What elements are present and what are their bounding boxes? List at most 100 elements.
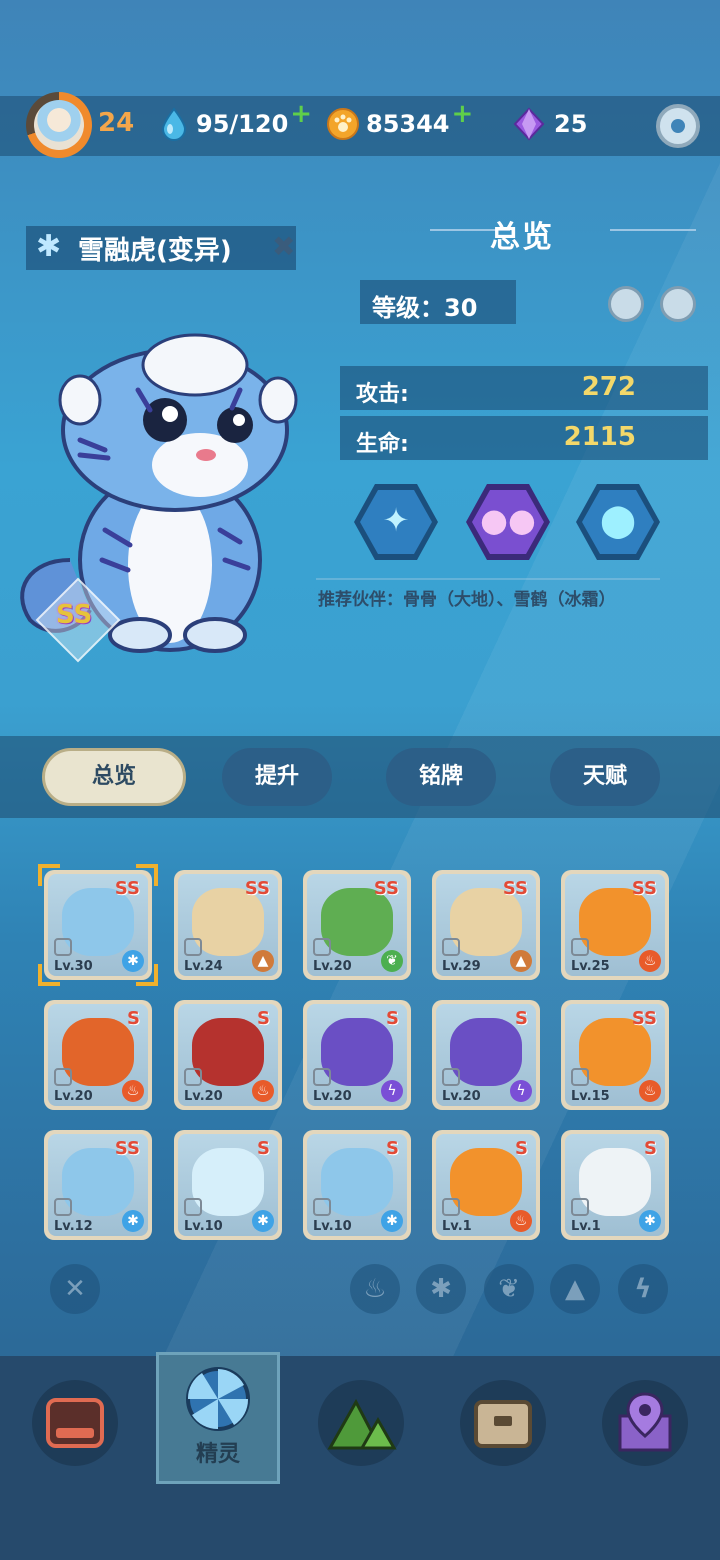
card-level: Lv.1 — [571, 1219, 601, 1234]
skill-bubble-button[interactable]: ●● — [466, 484, 550, 560]
fire-element-icon: ♨ — [639, 1080, 661, 1102]
hp-value: 2115 — [563, 422, 636, 452]
card-rank: SS — [631, 878, 657, 899]
aperture-icon — [186, 1367, 250, 1431]
ice-element-icon: ✱ — [252, 1210, 274, 1232]
creature-card[interactable]: S Lv.1 ♨ — [432, 1130, 540, 1240]
nav-explore-button[interactable] — [318, 1380, 404, 1466]
card-portrait: S Lv.20 ϟ — [436, 1004, 536, 1106]
creature-name: 雪融虎(变异) — [78, 236, 232, 266]
lock-icon — [54, 1198, 72, 1216]
card-portrait: S Lv.20 ♨ — [178, 1004, 278, 1106]
clear-filter-button[interactable]: ✕ — [50, 1264, 100, 1314]
card-level: Lv.20 — [313, 1089, 352, 1104]
title-ornament-right — [610, 229, 696, 231]
chest-icon — [474, 1400, 532, 1448]
sparkle-icon: ✦ — [382, 501, 410, 539]
tab-upgrade[interactable]: 提升 — [222, 748, 332, 806]
nav-battle-button[interactable] — [32, 1380, 118, 1466]
tab-talent[interactable]: 天赋 — [550, 748, 660, 806]
orb-icon: ⬤ — [600, 501, 636, 539]
attack-value: 272 — [581, 372, 636, 402]
creature-portrait — [192, 1018, 264, 1086]
creature-card[interactable]: SS Lv.20 ❦ — [303, 870, 411, 980]
fire-filter-button[interactable]: ♨ — [350, 1264, 400, 1314]
card-rank: S — [386, 1008, 399, 1029]
card-level: Lv.24 — [184, 959, 223, 974]
card-rank: S — [257, 1138, 270, 1159]
ice-filter-button[interactable]: ✱ — [416, 1264, 466, 1314]
earth-filter-button[interactable]: ▲ — [550, 1264, 600, 1314]
attack-label: 攻击: — [356, 382, 409, 407]
creature-card[interactable]: SS Lv.30 ✱ — [38, 864, 158, 986]
ice-element-icon: ✱ — [122, 1210, 144, 1232]
creature-portrait — [579, 1148, 651, 1216]
card-rank: SS — [114, 1138, 140, 1159]
add-coin-button[interactable]: + — [452, 99, 474, 129]
nav-bag-button[interactable] — [460, 1380, 546, 1466]
player-avatar[interactable] — [34, 100, 84, 150]
creature-card[interactable]: SS Lv.12 ✱ — [44, 1130, 152, 1240]
card-level: Lv.1 — [442, 1219, 472, 1234]
creature-card[interactable]: SS Lv.25 ♨ — [561, 870, 669, 980]
card-portrait: S Lv.1 ♨ — [436, 1134, 536, 1236]
creature-portrait — [321, 1018, 393, 1086]
fire-element-icon: ♨ — [510, 1210, 532, 1232]
lock-icon — [184, 938, 202, 956]
water-drop-icon — [161, 107, 187, 141]
card-portrait: SS Lv.12 ✱ — [48, 1134, 148, 1236]
recommended-partners: 推荐伙伴：骨骨（大地）、雪鹤（冰霜） — [318, 590, 616, 610]
skill-sparkle-button[interactable]: ✦ — [354, 484, 438, 560]
card-rank: SS — [373, 878, 399, 899]
creature-card[interactable]: S Lv.10 ✱ — [303, 1130, 411, 1240]
creature-card[interactable]: S Lv.20 ♨ — [44, 1000, 152, 1110]
card-level: Lv.12 — [54, 1219, 93, 1234]
settings-gear-icon[interactable] — [656, 104, 700, 148]
lock-icon — [571, 1068, 589, 1086]
target-icon[interactable] — [608, 286, 644, 322]
card-portrait: SS Lv.29 ▲ — [436, 874, 536, 976]
earth-element-icon: ▲ — [510, 950, 532, 972]
creature-card[interactable]: S Lv.20 ϟ — [432, 1000, 540, 1110]
card-rank: SS — [502, 878, 528, 899]
add-energy-button[interactable]: + — [290, 99, 312, 129]
creature-card[interactable]: S Lv.20 ϟ — [303, 1000, 411, 1110]
card-level: Lv.29 — [442, 959, 481, 974]
card-level: Lv.10 — [184, 1219, 223, 1234]
thunder-element-icon: ϟ — [510, 1080, 532, 1102]
leaf-element-icon: ❦ — [381, 950, 403, 972]
gem-counter: 25 — [512, 104, 587, 144]
selection-corner — [136, 864, 158, 886]
lock-icon — [571, 1198, 589, 1216]
fire-element-icon: ♨ — [122, 1080, 144, 1102]
creature-card[interactable]: S Lv.1 ✱ — [561, 1130, 669, 1240]
lock-icon — [54, 938, 72, 956]
leaf-filter-button[interactable]: ❦ — [484, 1264, 534, 1314]
card-level: Lv.20 — [313, 959, 352, 974]
paw-coin-icon — [327, 108, 359, 140]
creature-card[interactable]: S Lv.10 ✱ — [174, 1130, 282, 1240]
card-rank: SS — [244, 878, 270, 899]
card-rank: S — [127, 1008, 140, 1029]
lock-icon — [313, 1068, 331, 1086]
creature-card[interactable]: SS Lv.15 ♨ — [561, 1000, 669, 1110]
creature-portrait — [450, 1148, 522, 1216]
creature-card[interactable]: SS Lv.29 ▲ — [432, 870, 540, 980]
lock-icon — [54, 1068, 72, 1086]
ice-element-icon: ✱ — [639, 1210, 661, 1232]
nav-map-button[interactable] — [602, 1380, 688, 1466]
tab-nameplate[interactable]: 铭牌 — [386, 748, 496, 806]
tab-overview[interactable]: 总览 — [42, 748, 186, 806]
creature-rank: SS — [56, 600, 93, 630]
card-portrait: SS Lv.15 ♨ — [565, 1004, 665, 1106]
lock-icon — [442, 1068, 460, 1086]
skill-orb-button[interactable]: ⬤ — [576, 484, 660, 560]
creature-card[interactable]: S Lv.20 ♨ — [174, 1000, 282, 1110]
thunder-filter-button[interactable]: ϟ — [618, 1264, 668, 1314]
card-portrait: SS Lv.25 ♨ — [565, 874, 665, 976]
creature-card[interactable]: SS Lv.24 ▲ — [174, 870, 282, 980]
player-level: 24 — [98, 108, 135, 138]
release-close-icon[interactable]: ✖ — [272, 230, 295, 263]
lock-icon[interactable] — [660, 286, 696, 322]
earth-element-icon: ▲ — [252, 950, 274, 972]
